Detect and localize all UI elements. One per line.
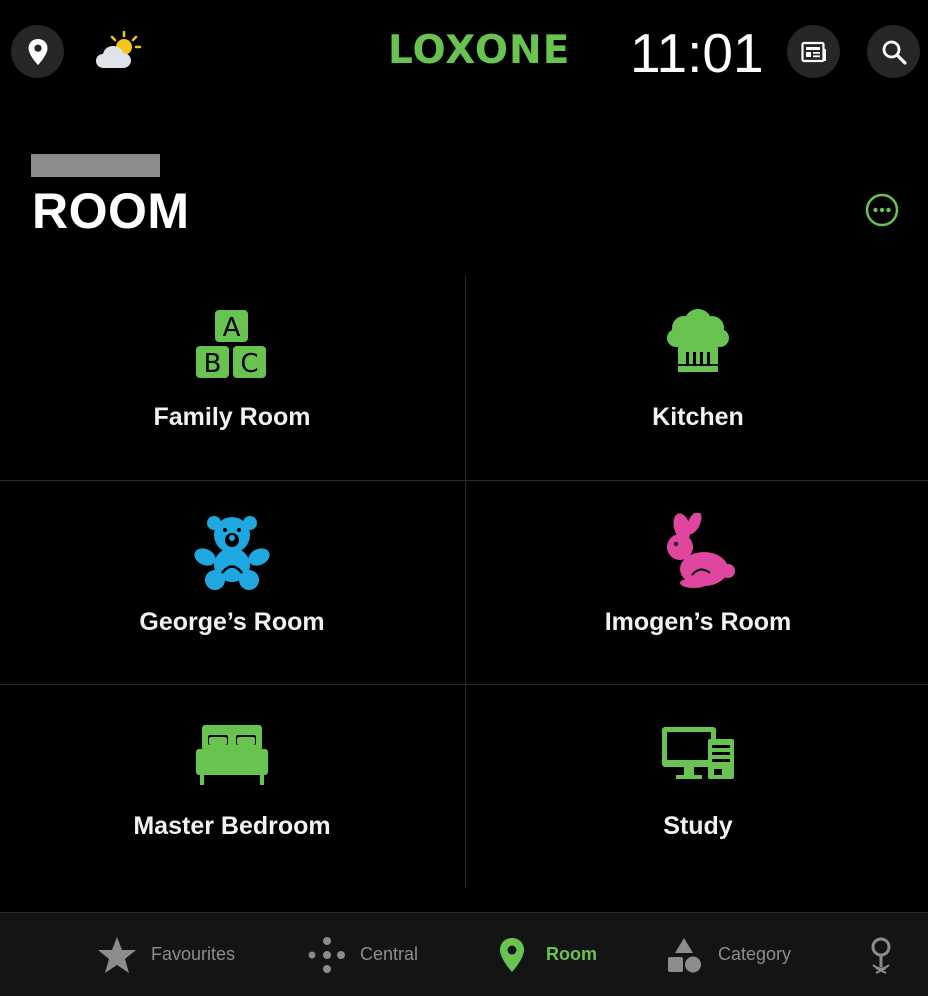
room-label: Imogen’s Room xyxy=(604,608,792,636)
nav-room[interactable]: Room xyxy=(492,913,597,996)
chef-hat-icon xyxy=(667,309,729,372)
loxone-logo: LOXONE xyxy=(388,28,571,73)
room-tile-master-bedroom[interactable]: Master Bedroom xyxy=(0,685,464,889)
weather-widget[interactable] xyxy=(94,30,144,70)
top-bar: LOXONE 11:01 xyxy=(0,0,928,110)
newspaper-icon xyxy=(800,41,826,62)
svg-text:B: B xyxy=(204,349,222,379)
search-button[interactable] xyxy=(867,25,920,78)
central-dots-icon xyxy=(308,936,345,973)
computer-icon xyxy=(662,727,734,779)
location-pin-icon xyxy=(28,38,47,65)
rabbit-icon xyxy=(667,513,735,588)
svg-text:C: C xyxy=(240,349,258,379)
room-label: Kitchen xyxy=(652,403,744,431)
star-icon xyxy=(98,936,136,973)
abc-blocks-icon: A B C xyxy=(196,310,266,379)
partly-cloudy-icon xyxy=(96,30,142,68)
teddy-bear-icon xyxy=(194,516,270,590)
presence-pin-icon xyxy=(871,937,891,974)
news-button[interactable] xyxy=(787,25,840,78)
nav-favourites[interactable]: Favourites xyxy=(97,913,235,996)
nav-category[interactable]: Category xyxy=(664,913,791,996)
room-tile-imogens-room[interactable]: Imogen’s Room xyxy=(466,481,928,685)
room-tile-family-room[interactable]: A B C Family Room xyxy=(0,276,464,480)
room-label: Master Bedroom xyxy=(133,812,331,840)
nav-presence[interactable] xyxy=(861,913,901,996)
bed-icon xyxy=(196,725,268,785)
location-pin-icon xyxy=(500,937,524,972)
room-label: Study xyxy=(663,812,733,840)
room-label: Family Room xyxy=(153,403,311,431)
nav-label: Central xyxy=(360,944,419,964)
more-options-icon xyxy=(865,193,899,227)
subtitle-placeholder xyxy=(31,154,160,177)
room-grid: A B C Family Room Kitchen George’s Room … xyxy=(0,276,928,888)
more-options-button[interactable] xyxy=(865,193,899,227)
room-tile-georges-room[interactable]: George’s Room xyxy=(0,481,464,685)
shapes-icon xyxy=(668,937,701,972)
location-button[interactable] xyxy=(11,25,64,78)
room-tile-study[interactable]: Study xyxy=(466,685,928,889)
clock: 11:01 xyxy=(630,22,764,84)
nav-central[interactable]: Central xyxy=(306,913,418,996)
nav-label: Room xyxy=(546,944,597,964)
page-title: ROOM xyxy=(32,183,190,239)
svg-text:A: A xyxy=(223,313,241,343)
search-icon xyxy=(882,40,907,65)
room-label: George’s Room xyxy=(139,608,325,636)
nav-label: Favourites xyxy=(151,944,236,964)
room-tile-kitchen[interactable]: Kitchen xyxy=(466,276,928,480)
nav-label: Category xyxy=(718,944,792,964)
bottom-navigation: Favourites Central Room Category xyxy=(0,912,928,996)
